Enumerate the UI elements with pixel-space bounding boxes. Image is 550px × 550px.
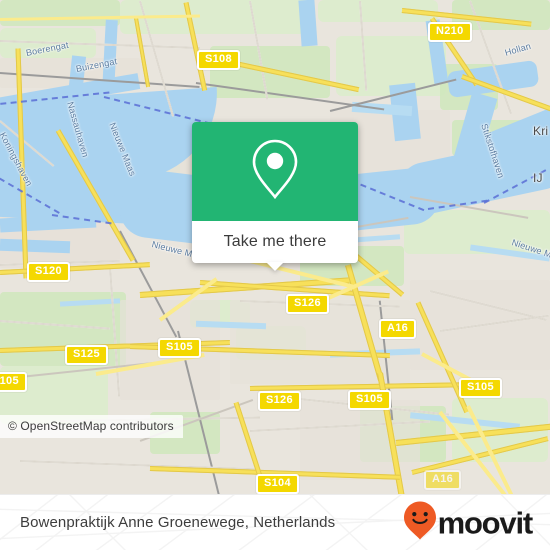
osm-attribution[interactable]: © OpenStreetMap contributors	[0, 415, 183, 438]
take-me-there-label: Take me there	[223, 233, 327, 250]
map-label-krimpen: Kri	[533, 124, 549, 138]
map-screenshot-root: Boerengat Buizengat Nassauhaven Nieuwe M…	[0, 0, 550, 550]
road-shield-s108[interactable]: S108	[197, 50, 240, 70]
map-green-area	[0, 0, 120, 26]
road-shield-a16[interactable]: A16	[424, 470, 462, 490]
moovit-pin-smiley-icon	[403, 500, 437, 545]
map-label-ijssel: IJ	[533, 171, 543, 185]
road-shield-partial[interactable]: S105	[0, 372, 27, 392]
moovit-logo[interactable]: moovit	[403, 500, 534, 545]
road-shield-s126[interactable]: S126	[258, 391, 301, 411]
road-shield-s104[interactable]: S104	[256, 474, 299, 494]
poi-card-cta[interactable]: Take me there	[192, 221, 358, 271]
map-water-canal	[298, 0, 318, 47]
road-shield-s125[interactable]: S125	[65, 345, 108, 365]
map-water-harbour	[0, 238, 71, 254]
footer-bar: Bowenpraktijk Anne Groenewege, Netherlan…	[0, 494, 550, 550]
map-canvas[interactable]: Boerengat Buizengat Nassauhaven Nieuwe M…	[0, 0, 550, 494]
road-shield-s126[interactable]: S126	[286, 294, 329, 314]
poi-card-image	[192, 122, 358, 221]
road-shield-a16[interactable]: A16	[379, 319, 417, 339]
map-pin-icon	[249, 137, 301, 206]
location-title: Bowenpraktijk Anne Groenewege, Netherlan…	[20, 514, 336, 531]
road-shield-s105[interactable]: S105	[348, 390, 391, 410]
poi-popup-card[interactable]: Take me there	[192, 122, 358, 271]
road-shield-s105[interactable]: S105	[158, 338, 201, 358]
moovit-wordmark: moovit	[437, 505, 534, 540]
road-shield-s105[interactable]: S105	[459, 378, 502, 398]
card-pointer-tail	[266, 262, 284, 271]
road-shield-s120[interactable]: S120	[27, 262, 70, 282]
road-shield-n210[interactable]: N210	[428, 22, 472, 42]
